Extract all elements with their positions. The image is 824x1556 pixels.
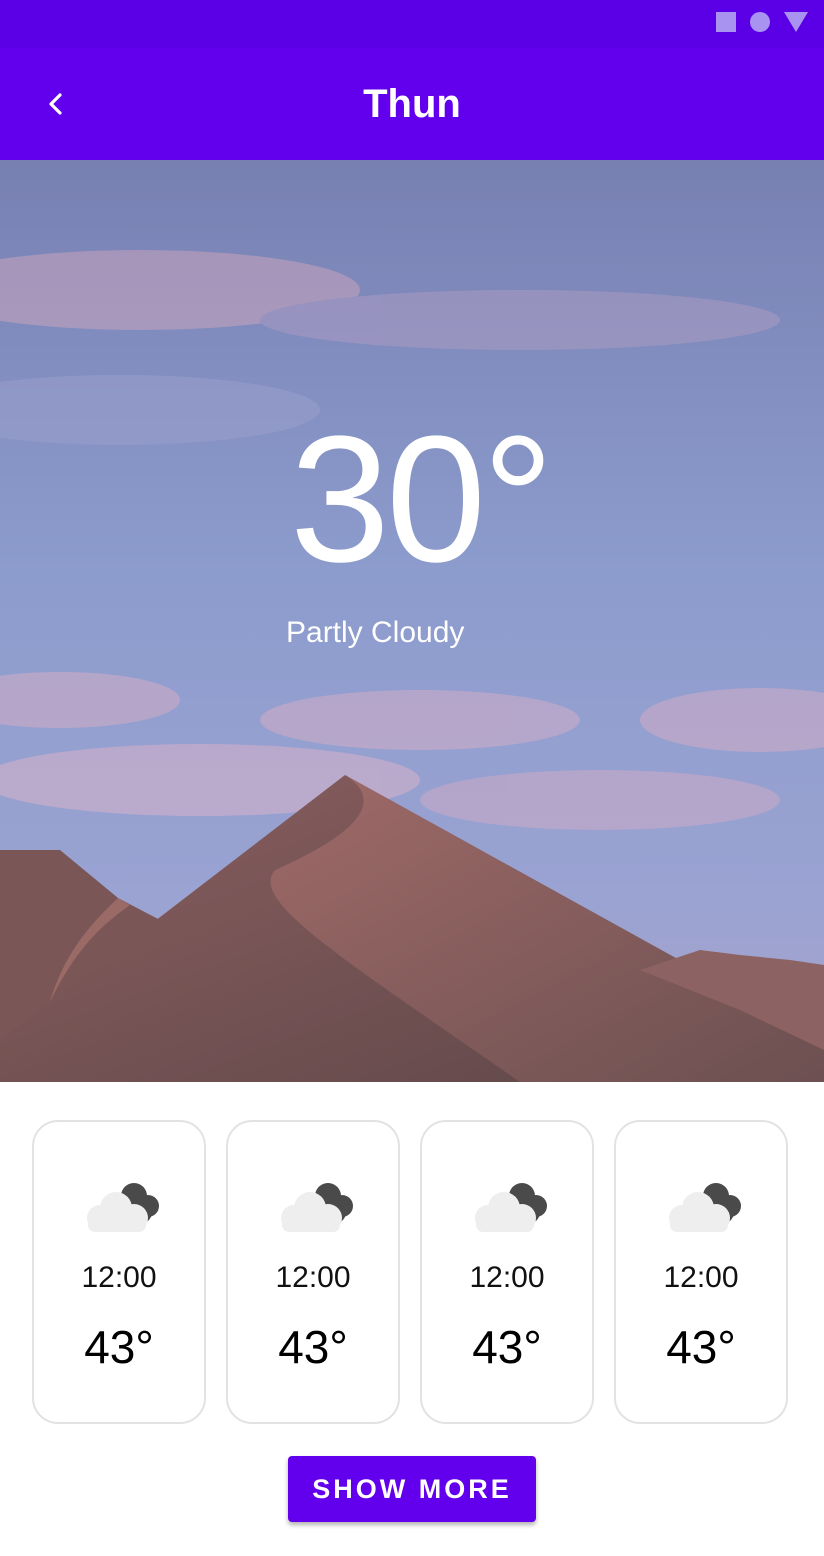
forecast-temperature: 43° <box>666 1321 736 1373</box>
triangle-icon <box>784 12 808 32</box>
forecast-card[interactable]: 12:00 43° <box>614 1120 788 1424</box>
forecast-time: 12:00 <box>663 1261 739 1294</box>
app-bar: Thun <box>0 48 824 160</box>
forecast-card[interactable]: 12:00 43° <box>32 1120 206 1424</box>
status-bar <box>0 0 824 48</box>
forecast-time: 12:00 <box>275 1261 351 1294</box>
forecast-temperature: 43° <box>84 1321 154 1373</box>
partly-cloudy-night-icon <box>87 1183 159 1232</box>
forecast-card[interactable]: 12:00 43° <box>420 1120 594 1424</box>
partly-cloudy-night-icon <box>475 1183 547 1232</box>
forecast-time: 12:00 <box>81 1261 157 1294</box>
weather-hero: 30° Partly Cloudy <box>0 160 824 1082</box>
circle-icon <box>750 12 770 32</box>
partly-cloudy-night-icon <box>669 1183 741 1232</box>
forecast-card[interactable]: 12:00 43° <box>226 1120 400 1424</box>
forecast-temperature: 43° <box>472 1321 542 1373</box>
show-more-button[interactable]: SHOW MORE <box>288 1456 536 1522</box>
forecast-list: 12:00 43° 12:00 43° 12:00 43° 12:00 43° <box>32 1120 788 1424</box>
page-title: Thun <box>363 82 461 126</box>
current-condition: Partly Cloudy <box>286 616 465 649</box>
forecast-temperature: 43° <box>278 1321 348 1373</box>
status-icons <box>716 12 808 32</box>
partly-cloudy-night-icon <box>281 1183 353 1232</box>
square-icon <box>716 12 736 32</box>
forecast-time: 12:00 <box>469 1261 545 1294</box>
current-temperature: 30° <box>289 399 554 600</box>
